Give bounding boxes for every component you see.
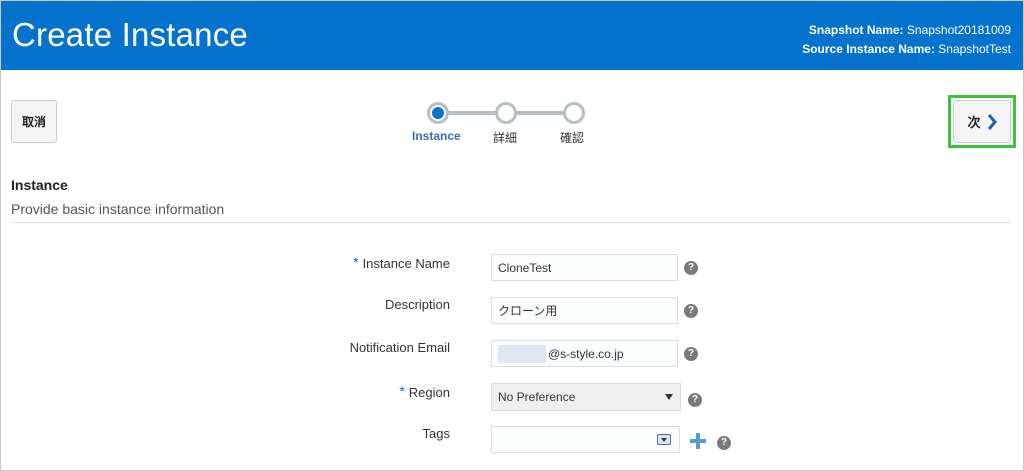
notification-email-value: @s-style.co.jp (548, 346, 624, 361)
section-divider (11, 222, 1011, 223)
snapshot-name-label: Snapshot Name: (808, 23, 904, 37)
snapshot-name-info: Snapshot Name: Snapshot20181009 (809, 23, 1011, 37)
add-icon[interactable] (690, 433, 706, 449)
instance-name-value: CloneTest (498, 260, 552, 275)
train-stop-details[interactable] (495, 102, 517, 124)
train-connector-1 (446, 111, 496, 115)
train-step-label-details[interactable]: 詳細 (493, 129, 517, 146)
dropdown-icon[interactable] (657, 434, 671, 445)
description-input[interactable]: クローン用 (491, 297, 678, 324)
instance-name-label-text: Instance Name (362, 256, 450, 271)
help-icon[interactable]: ? (684, 304, 698, 318)
section-subtitle: Provide basic instance information (11, 201, 225, 217)
source-instance-value: SnapshotTest (938, 42, 1011, 56)
region-select[interactable]: No Preference (491, 383, 681, 411)
notification-email-input[interactable]: @s-style.co.jp (491, 340, 678, 367)
region-label: * Region (399, 383, 450, 400)
source-instance-info: Source Instance Name: SnapshotTest (802, 42, 1011, 56)
tags-combobox[interactable] (491, 426, 680, 453)
train-stop-confirm[interactable] (563, 102, 585, 124)
caret-down-icon (665, 394, 673, 400)
help-icon[interactable]: ? (688, 393, 702, 407)
source-instance-label: Source Instance Name: (802, 42, 935, 56)
train-stop-instance[interactable] (427, 102, 449, 124)
required-marker: * (399, 383, 405, 399)
region-label-text: Region (408, 385, 450, 400)
train-step-label-confirm[interactable]: 確認 (560, 129, 584, 146)
next-button-highlight: 次 (948, 95, 1016, 148)
redacted-mask (498, 344, 546, 363)
snapshot-name-value: Snapshot20181009 (906, 23, 1011, 37)
cancel-button[interactable]: 取消 (11, 100, 57, 143)
chevron-right-icon (987, 113, 997, 130)
tags-label: Tags (422, 426, 450, 441)
help-icon[interactable]: ? (684, 261, 698, 275)
page-title: Create Instance (12, 16, 248, 53)
train-connector-2 (514, 111, 564, 115)
required-marker: * (353, 254, 359, 270)
help-icon[interactable]: ? (717, 436, 731, 450)
next-button-label: 次 (967, 115, 981, 130)
notification-email-label: Notification Email (349, 340, 450, 355)
next-button[interactable]: 次 (953, 100, 1011, 143)
train-step-label-instance[interactable]: Instance (412, 129, 461, 143)
description-value: クローン用 (498, 304, 558, 318)
section-title: Instance (11, 177, 68, 193)
region-value: No Preference (498, 390, 576, 404)
description-label: Description (384, 297, 450, 312)
instance-name-label: * Instance Name (353, 254, 450, 271)
instance-name-input[interactable]: CloneTest (491, 254, 678, 281)
page-header: Create Instance Snapshot Name: Snapshot2… (1, 1, 1023, 70)
help-icon[interactable]: ? (684, 347, 698, 361)
